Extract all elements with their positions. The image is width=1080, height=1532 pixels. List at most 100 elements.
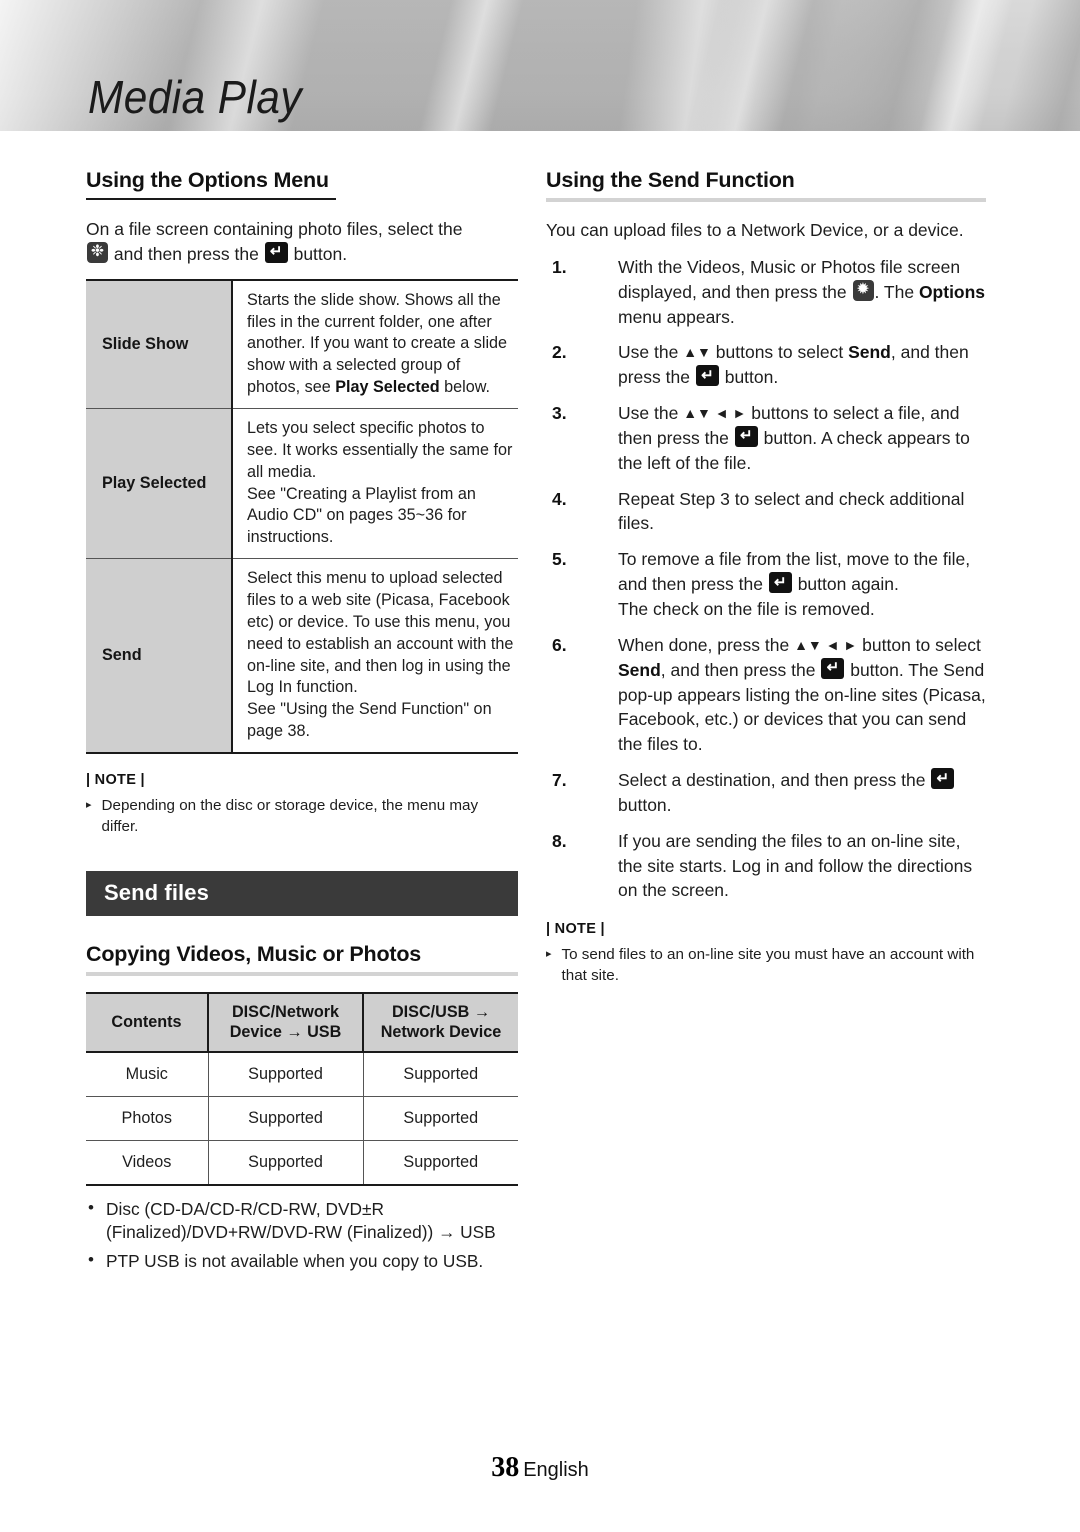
option-desc-line2: See "Creating a Playlist from an Audio C… <box>247 484 476 547</box>
step-text: . The <box>874 281 919 302</box>
step-item: 1. With the Videos, Music or Photos file … <box>546 255 986 330</box>
option-desc-tail: below. <box>439 378 490 397</box>
cell-support-b: Supported <box>363 1051 518 1097</box>
option-desc-text: Lets you select specific photos to see. … <box>247 418 513 481</box>
page-footer: 38 English <box>0 1452 1080 1484</box>
col-header-contents-line1: Contents <box>111 1013 182 1032</box>
option-name-play-selected: Play Selected <box>86 408 233 560</box>
cell-content-type: Music <box>86 1051 209 1097</box>
col-header-line1: DISC/Network <box>231 1003 340 1022</box>
step-item: 5. To remove a file from the list, move t… <box>546 547 986 622</box>
heading-rule <box>86 198 336 200</box>
table-row: Photos Supported Supported <box>86 1096 518 1141</box>
cell-support-b: Supported <box>363 1096 518 1141</box>
step-text: buttons to select <box>710 342 849 363</box>
right-column: Using the Send Function You can upload f… <box>546 168 986 986</box>
table-row: Videos Supported Supported <box>86 1140 518 1186</box>
cell-support-a: Supported <box>208 1140 364 1186</box>
banner-light-streak <box>665 0 825 131</box>
col-header-line2: Device → USB <box>229 1023 342 1042</box>
option-name-send: Send <box>86 558 233 755</box>
direction-arrows-icon: ▲▼ <box>683 344 711 361</box>
step-text: button again. <box>792 574 899 595</box>
cell-content-type: Photos <box>86 1096 209 1141</box>
page-banner: Media Play <box>0 0 1080 131</box>
option-desc-play-selected: Lets you select specific photos to see. … <box>232 408 518 560</box>
options-intro-text-c: button. <box>293 243 348 264</box>
note-item-text: To send files to an on-line site you mus… <box>561 946 975 984</box>
col-header-line1: DISC/USB → <box>391 1003 491 1022</box>
col-header-disc-network-to-usb: DISC/Network Device → USB <box>208 992 364 1053</box>
section-bar-send-files: Send files <box>86 871 518 917</box>
copy-support-table: Contents DISC/Network Device → USB DISC/… <box>86 992 518 1186</box>
page-number: 38 <box>491 1452 520 1483</box>
option-desc-send: Select this menu to upload selected file… <box>232 558 518 755</box>
option-desc-line2: See "Using the Send Function" on page 38… <box>247 700 492 741</box>
step-text: If you are sending the files to an on-li… <box>618 830 973 901</box>
cell-support-a: Supported <box>208 1096 364 1141</box>
step-text: Use the <box>618 403 684 424</box>
direction-arrows-icon: ▲▼ ◄ ► <box>683 405 747 422</box>
step-item: 2. Use the ▲▼ buttons to select Send, and… <box>546 340 986 390</box>
step-text: When done, press the <box>618 634 795 655</box>
note-item: ▸ To send files to an on-line site you m… <box>546 945 986 986</box>
enter-return-button-icon: ↵ <box>734 425 758 447</box>
option-desc-slide-show: Starts the slide show. Shows all the fil… <box>232 278 518 409</box>
option-desc-bold: Play Selected <box>335 378 440 397</box>
gear-tools-button-icon: ❉ <box>87 241 108 263</box>
step-item: 6. When done, press the ▲▼ ◄ ► button to … <box>546 633 986 757</box>
direction-arrows-icon: ▲▼ ◄ ► <box>794 636 858 653</box>
step-text: Use the <box>618 342 684 363</box>
send-intro-paragraph: You can upload files to a Network Device… <box>546 220 964 240</box>
enter-return-button-icon: ↵ <box>264 241 288 263</box>
step-text: Select a destination, and then press the <box>618 770 931 791</box>
step-number: 3. <box>552 403 567 424</box>
col-header-line2: Network Device <box>380 1023 502 1042</box>
banner-light-streak <box>394 0 536 131</box>
page-title: Media Play <box>88 71 302 123</box>
step-item: 4. Repeat Step 3 to select and check addi… <box>546 487 986 537</box>
step-item: 8. If you are sending the files to an on-… <box>546 829 986 904</box>
table-row: Music Supported Supported <box>86 1051 518 1097</box>
send-function-heading: Using the Send Function <box>546 168 795 192</box>
step-number: 1. <box>552 256 567 277</box>
triangle-bullet-icon: ▸ <box>86 799 92 812</box>
list-item: Disc (CD-DA/CD-R/CD-RW, DVD±R (Finalized… <box>86 1197 518 1244</box>
list-item: PTP USB is not available when you copy t… <box>86 1249 518 1273</box>
cell-support-a: Supported <box>208 1051 364 1097</box>
step-bold-term: Options <box>918 281 986 302</box>
page-language: English <box>523 1459 589 1481</box>
step-number: 4. <box>552 488 567 509</box>
step-bold-term: Send <box>848 342 891 363</box>
triangle-bullet-icon: ▸ <box>546 948 552 961</box>
gear-tools-button-icon: ✹ <box>852 279 874 301</box>
enter-return-button-icon: ↵ <box>931 768 955 790</box>
step-text: , and then press the <box>660 659 821 680</box>
step-text: The check on the file is removed. <box>618 598 875 619</box>
step-text: Repeat Step 3 to select and check additi… <box>618 488 965 534</box>
col-header-contents: Contents <box>86 992 209 1053</box>
col-header-disc-usb-to-network: DISC/USB → Network Device <box>363 992 518 1053</box>
send-steps-list: 1. With the Videos, Music or Photos file … <box>546 255 986 903</box>
table-row: Play Selected Lets you select specific p… <box>86 408 518 560</box>
table-row: Slide Show Starts the slide show. Shows … <box>86 278 518 409</box>
step-number: 6. <box>552 634 567 655</box>
step-text: button to select <box>857 634 981 655</box>
heading-rule-light <box>546 198 986 202</box>
left-column: Using the Options Menu On a file screen … <box>86 168 518 1279</box>
note-item: ▸ Depending on the disc or storage devic… <box>86 796 518 837</box>
copying-heading: Copying Videos, Music or Photos <box>86 942 422 967</box>
options-intro-text-b: and then press the <box>113 243 259 264</box>
options-menu-heading: Using the Options Menu <box>86 168 329 192</box>
step-item: 7. Select a destination, and then press t… <box>546 768 986 818</box>
cell-content-type: Videos <box>86 1140 209 1186</box>
step-text: button. <box>618 794 672 815</box>
option-desc-text: Select this menu to upload selected file… <box>247 569 514 697</box>
step-text: button. <box>719 367 779 388</box>
options-intro-text-a: On a file screen containing photo files,… <box>86 219 463 239</box>
step-bold-term: Send <box>618 659 661 680</box>
enter-return-button-icon: ↵ <box>821 657 845 679</box>
heading-rule-light <box>86 972 518 977</box>
enter-return-button-icon: ↵ <box>695 365 719 387</box>
copy-bullet-list: Disc (CD-DA/CD-R/CD-RW, DVD±R (Finalized… <box>86 1197 518 1273</box>
